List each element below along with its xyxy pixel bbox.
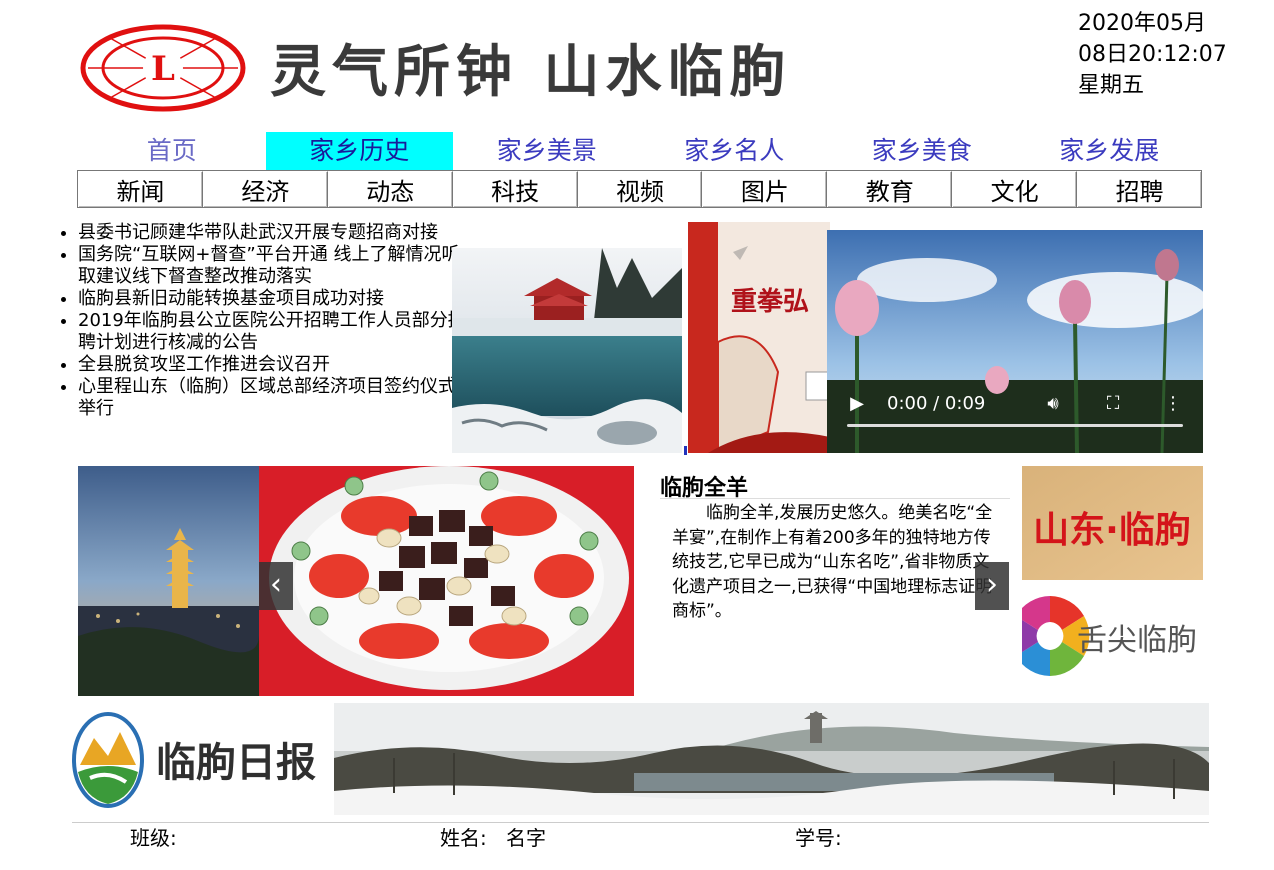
pagoda-night-image <box>78 466 259 696</box>
nav-scenery[interactable]: 家乡美景 <box>453 132 641 170</box>
nav-development[interactable]: 家乡发展 <box>1016 132 1204 170</box>
site-title: 灵气所钟 山水临朐 <box>270 40 792 105</box>
student-id-label: 学号: <box>795 826 842 850</box>
category-updates[interactable]: 动态 <box>327 171 453 207</box>
category-economy[interactable]: 经济 <box>202 171 328 207</box>
category-navigation: 新闻 经济 动态 科技 视频 图片 教育 文化 招聘 <box>77 170 1202 208</box>
video-time: 0:00 / 0:09 <box>887 392 986 414</box>
poster-text: 重拳弘 <box>731 287 809 317</box>
nav-home[interactable]: 首页 <box>78 132 266 170</box>
linqu-daily-logo[interactable]: 临朐日报 <box>72 710 334 812</box>
site-logo: L <box>80 24 246 112</box>
shandong-banner-text: 山东·临朐 <box>1033 510 1191 551</box>
tongue-linqu-banner[interactable]: 舌尖临朐 <box>1010 590 1203 686</box>
nav-history[interactable]: 家乡历史 <box>265 132 453 170</box>
shandong-linqu-banner[interactable]: 山东·临朐 <box>1022 466 1203 580</box>
category-jobs[interactable]: 招聘 <box>1077 171 1202 207</box>
category-pictures[interactable]: 图片 <box>702 171 828 207</box>
category-technology[interactable]: 科技 <box>452 171 578 207</box>
fullscreen-icon[interactable]: ⛶ <box>1083 393 1143 414</box>
carousel-prev-button[interactable]: ‹ <box>259 562 293 610</box>
nav-celebrities[interactable]: 家乡名人 <box>641 132 829 170</box>
category-video[interactable]: 视频 <box>577 171 703 207</box>
lamb-dish-image <box>259 466 634 696</box>
news-item[interactable]: 2019年临朐县公立医院公开招聘工作人员部分招聘计划进行核减的公告 <box>78 310 470 354</box>
nav-food[interactable]: 家乡美食 <box>828 132 1016 170</box>
video-progress-bar[interactable] <box>847 424 1183 427</box>
small-link-marker[interactable] <box>684 446 687 455</box>
campaign-poster-image: 重拳弘 <box>688 222 830 453</box>
news-list: 县委书记顾建华带队赴武汉开展专题招商对接 国务院“互联网+督查”平台开通 线上了… <box>56 222 470 420</box>
food-title-divider <box>660 498 1010 499</box>
carousel-next-button[interactable]: › <box>975 562 1009 610</box>
logo-letter: L <box>151 49 175 89</box>
daily-logo-text: 临朐日报 <box>156 740 316 786</box>
food-description: 临朐全羊,发展历史悠久。绝美名吃“全羊宴”,在制作上有着200多年的独特地方传统… <box>672 503 993 621</box>
class-label: 班级: <box>130 826 177 850</box>
video-controls: ▶ 0:00 / 0:09 🔊︎ ⛶ ⋮ <box>827 383 1203 423</box>
snow-panorama-image <box>334 703 1209 815</box>
tongue-banner-text: 舌尖临朐 <box>1077 623 1197 658</box>
footer-divider <box>72 822 1209 823</box>
news-item[interactable]: 国务院“互联网+督查”平台开通 线上了解情况听取建议线下督查整改推动落实 <box>78 244 470 288</box>
news-item[interactable]: 临朐县新旧动能转换基金项目成功对接 <box>78 288 470 310</box>
video-player[interactable]: ▶ 0:00 / 0:09 🔊︎ ⛶ ⋮ <box>827 230 1203 453</box>
play-icon[interactable]: ▶ <box>827 393 887 414</box>
category-culture[interactable]: 文化 <box>952 171 1078 207</box>
category-education[interactable]: 教育 <box>827 171 953 207</box>
top-navigation: 首页 家乡历史 家乡美景 家乡名人 家乡美食 家乡发展 <box>78 132 1204 170</box>
footer: 班级: 姓名: 名字 学号: <box>72 824 1209 852</box>
datetime-clock: 2020年05月08日20:12:07 星期五 <box>1078 11 1227 98</box>
name-label: 姓名: <box>440 826 487 850</box>
more-options-icon[interactable]: ⋮ <box>1143 393 1203 414</box>
news-item[interactable]: 心里程山东（临朐）区域总部经济项目签约仪式举行 <box>78 376 470 420</box>
name-value: 名字 <box>506 826 546 850</box>
news-item[interactable]: 全县脱贫攻坚工作推进会议召开 <box>78 354 470 376</box>
category-news[interactable]: 新闻 <box>78 171 203 207</box>
news-item[interactable]: 县委书记顾建华带队赴武汉开展专题招商对接 <box>78 222 470 244</box>
snow-pavilion-image <box>452 248 682 453</box>
volume-icon[interactable]: 🔊︎ <box>1023 393 1083 414</box>
